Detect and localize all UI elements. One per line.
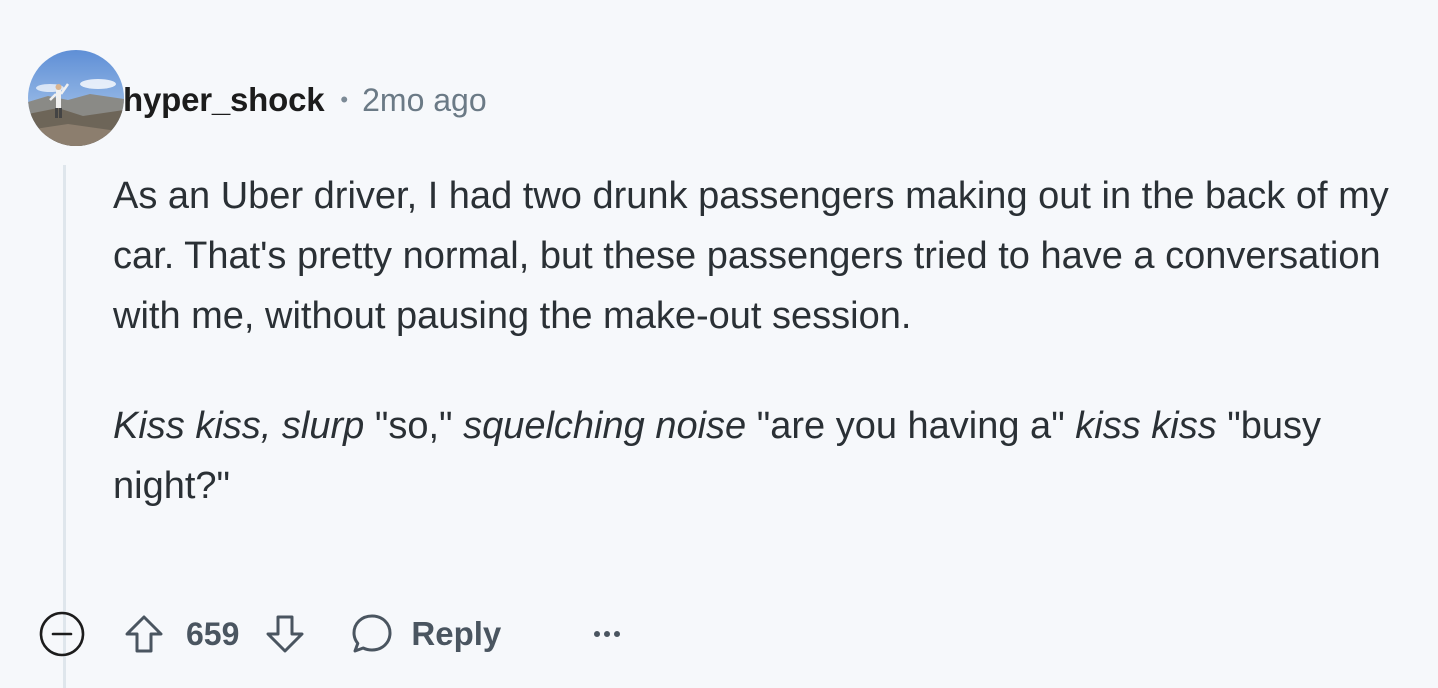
quoted-text: "are you having a" [746,405,1076,447]
reply-label: Reply [411,615,502,652]
separator-dot: • [340,87,349,112]
upvote-button[interactable] [122,612,166,656]
arrow-up-icon [125,615,163,653]
minus-circle-icon [39,611,85,657]
comment-actions: 659 Reply [38,610,627,658]
arrow-down-icon [266,615,304,653]
vote-count: 659 [186,615,240,652]
comment-body: As an Uber driver, I had two drunk passe… [113,166,1423,516]
italic-text: kiss kiss [1075,405,1217,447]
reply-button[interactable]: Reply [349,611,501,657]
avatar[interactable] [28,50,124,146]
timestamp[interactable]: 2mo ago [362,82,487,119]
username-link[interactable]: hyper_shock [123,81,325,119]
quoted-text: "so," [364,405,464,447]
downvote-button[interactable] [263,612,307,656]
avatar-image [28,50,124,146]
italic-text: Kiss kiss, slurp [113,405,365,447]
ellipsis-icon [594,631,621,637]
comment-paragraph-1: As an Uber driver, I had two drunk passe… [113,175,1389,337]
collapse-button[interactable] [38,610,86,658]
comment-paragraph-2: Kiss kiss, slurp "so," squelching noise … [113,396,1423,516]
italic-text: squelching noise [463,405,747,447]
comment-header: hyper_shock • 2mo ago [123,78,487,122]
speech-bubble-icon [352,614,392,653]
more-options-button[interactable] [587,614,627,654]
